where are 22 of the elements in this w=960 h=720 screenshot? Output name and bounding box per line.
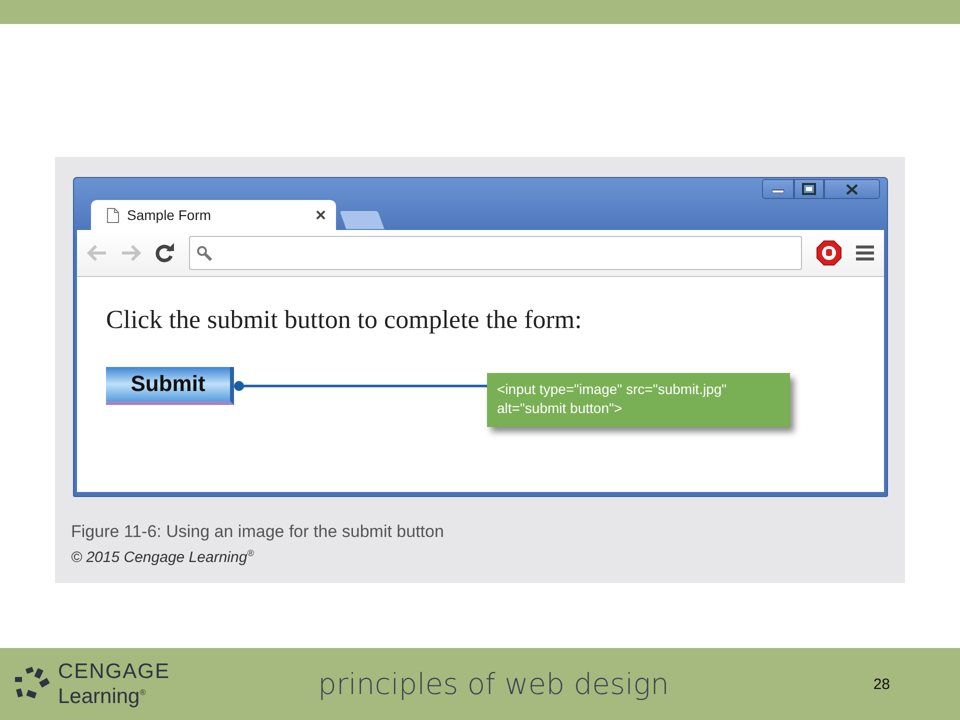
menu-icon[interactable] (856, 245, 874, 261)
stop-sign-icon[interactable] (816, 240, 842, 266)
address-field[interactable] (189, 236, 802, 270)
page-number: 28 (873, 676, 890, 692)
logo-subtext: Learning$^{®}$ (58, 684, 147, 707)
code-callout: <input type="image" src="submit.jpg" alt="submit button"> (487, 373, 790, 427)
submit-button[interactable]: Submit (106, 367, 234, 405)
maximize-icon[interactable] (794, 179, 824, 199)
logo-icon (14, 667, 50, 701)
reload-icon[interactable] (155, 243, 175, 263)
close-icon[interactable] (824, 179, 880, 199)
slide-footer-title: principles of web design (318, 667, 670, 701)
minimize-icon[interactable] (762, 179, 794, 199)
page-icon (107, 208, 119, 222)
tab-close-button[interactable]: × (315, 206, 326, 224)
copyright-text: © 2015 Cengage Learning$^{®}$ (71, 548, 255, 566)
logo-text: CENGAGE (58, 661, 170, 682)
page-heading: Click the submit button to complete the form: (106, 305, 583, 335)
figure-caption: Figure 11-6: Using an image for the submit button (71, 522, 445, 542)
search-icon (196, 245, 212, 261)
browser-tab[interactable]: Sample Form × (91, 200, 336, 230)
tab-title: Sample Form (127, 207, 212, 223)
